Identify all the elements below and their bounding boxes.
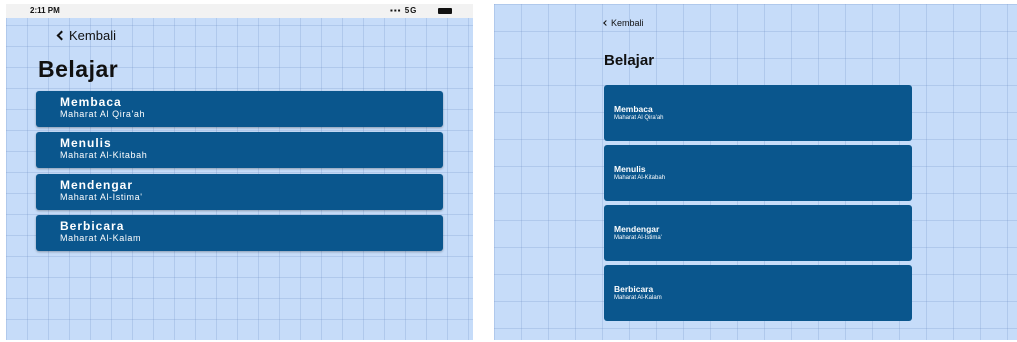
menu-item-subtitle: Maharat Al-Istima': [614, 235, 662, 241]
page-title: Belajar: [38, 56, 119, 82]
network-label: 5G: [404, 6, 418, 15]
page-title: Belajar: [604, 52, 655, 69]
menu-item-subtitle: Maharat Al-Kitabah: [60, 150, 148, 160]
menu-item-berbicara[interactable]: Berbicara Maharat Al-Kalam: [36, 215, 443, 251]
menu-item-title: Menulis: [614, 164, 646, 174]
menu-item-subtitle: Maharat Al-Kalam: [60, 233, 142, 243]
battery-icon: [438, 8, 452, 14]
chevron-left-icon: [56, 30, 67, 41]
network-indicator: ▪▪▪ 5G: [390, 6, 418, 15]
menu-item-membaca[interactable]: Membaca Maharat Al Qira'ah: [36, 91, 443, 127]
back-button[interactable]: Kembali: [603, 18, 644, 28]
back-label: Kembali: [611, 18, 644, 28]
menu-item-menulis[interactable]: Menulis Maharat Al-Kitabah: [36, 132, 443, 168]
menu-item-subtitle: Maharat Al-Istima': [60, 192, 143, 202]
menu-item-subtitle: Maharat Al-Kalam: [614, 295, 662, 301]
menu-item-subtitle: Maharat Al Qira'ah: [60, 109, 146, 119]
back-label: Kembali: [69, 28, 116, 43]
menu-item-berbicara[interactable]: Berbicara Maharat Al-Kalam: [604, 265, 912, 321]
menu-item-menulis[interactable]: Menulis Maharat Al-Kitabah: [604, 145, 912, 201]
menu-item-subtitle: Maharat Al Qira'ah: [614, 115, 664, 121]
left-screen: 2:11 PM ▪▪▪ 5G Kembali Belajar Membaca M…: [6, 4, 473, 340]
menu-item-subtitle: Maharat Al-Kitabah: [614, 175, 666, 181]
menu-item-title: Berbicara: [614, 284, 654, 294]
menu-item-mendengar[interactable]: Mendengar Maharat Al-Istima': [36, 174, 443, 210]
menu-item-mendengar[interactable]: Mendengar Maharat Al-Istima': [604, 205, 912, 261]
menu-item-title: Membaca: [60, 95, 122, 109]
menu-item-membaca[interactable]: Membaca Maharat Al Qira'ah: [604, 85, 912, 141]
status-time: 2:11 PM: [30, 6, 60, 15]
menu-item-title: Membaca: [614, 104, 653, 114]
menu-item-title: Menulis: [60, 136, 112, 150]
status-bar: 2:11 PM ▪▪▪ 5G: [6, 4, 473, 18]
menu-item-title: Berbicara: [60, 219, 125, 233]
menu-item-title: Mendengar: [60, 178, 134, 192]
right-screen: Kembali Belajar Membaca Maharat Al Qira'…: [494, 4, 1017, 340]
menu-item-title: Mendengar: [614, 224, 660, 234]
back-button[interactable]: Kembali: [56, 28, 116, 43]
chevron-left-icon: [603, 20, 609, 26]
